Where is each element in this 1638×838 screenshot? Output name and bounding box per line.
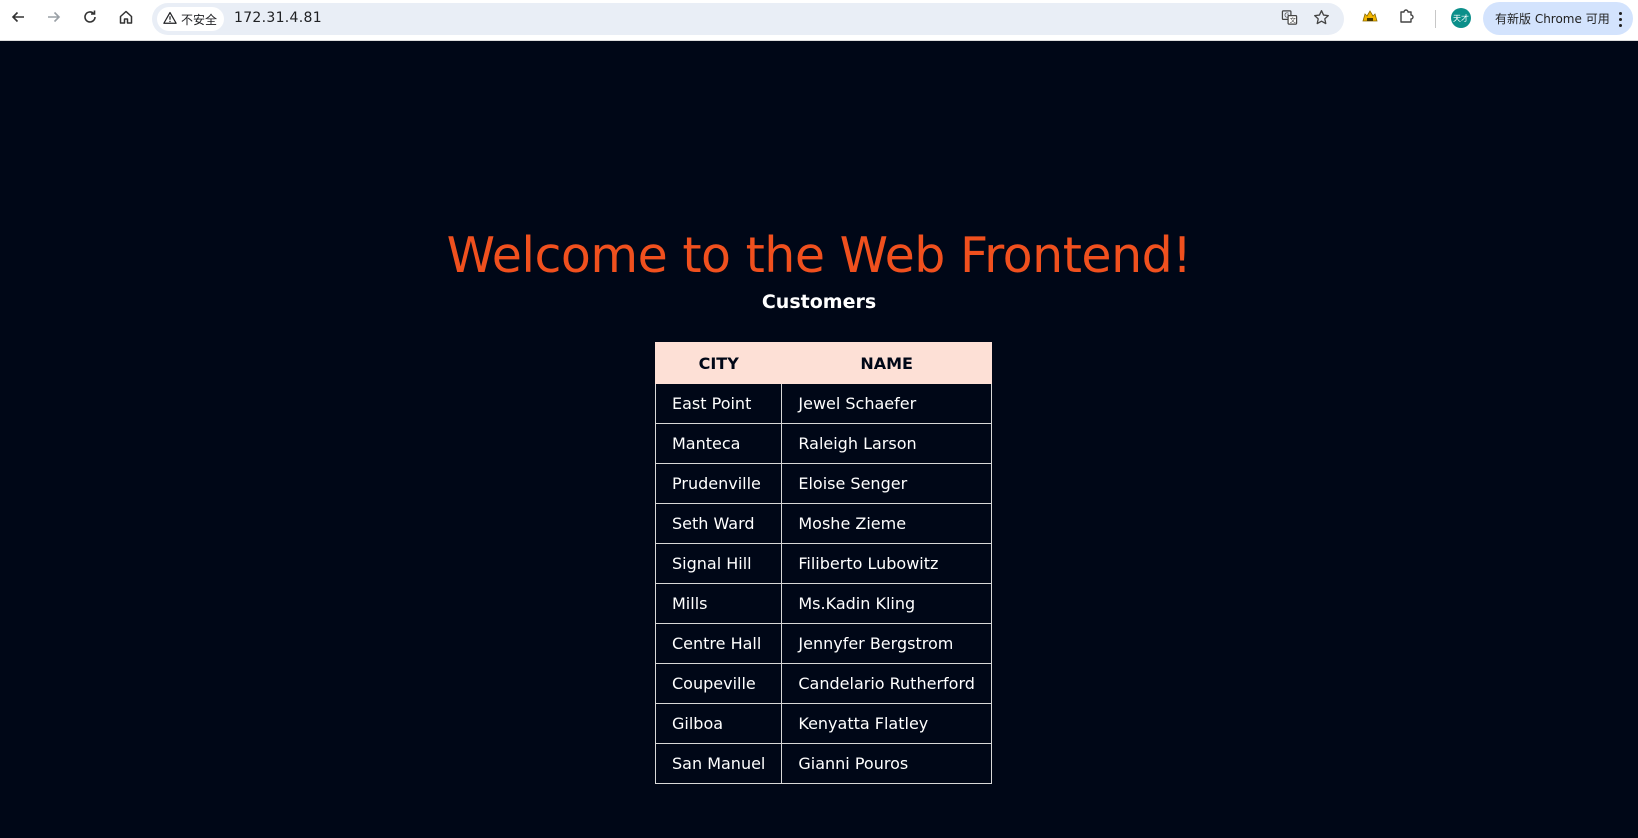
- customers-table: CITY NAME East Point Jewel Schaefer Mant…: [654, 342, 992, 784]
- name-cell: Kenyatta Flatley: [781, 703, 992, 744]
- address-bar[interactable]: 不安全 172.31.4.81 G文: [152, 3, 1344, 35]
- home-icon: [118, 9, 134, 29]
- forward-button[interactable]: [40, 5, 68, 33]
- table-row: Coupeville Candelario Rutherford: [654, 663, 992, 704]
- city-cell: East Point: [654, 383, 783, 424]
- update-label: 有新版 Chrome 可用: [1495, 12, 1610, 26]
- reload-button[interactable]: [76, 5, 104, 33]
- chrome-update-button[interactable]: 有新版 Chrome 可用: [1483, 2, 1633, 35]
- reload-icon: [82, 9, 98, 29]
- security-label: 不安全: [181, 12, 218, 27]
- table-row: East Point Jewel Schaefer: [654, 383, 992, 424]
- table-row: Seth Ward Moshe Zieme: [654, 503, 992, 544]
- translate-button[interactable]: G文: [1279, 9, 1299, 29]
- page-title: Welcome to the Web Frontend!: [446, 227, 1192, 284]
- bookmark-button[interactable]: [1311, 9, 1331, 29]
- table-header-row: CITY NAME: [654, 342, 992, 384]
- name-cell: Candelario Rutherford: [781, 663, 992, 704]
- city-cell: Mills: [654, 583, 783, 624]
- profile-initials: 天才: [1453, 13, 1469, 23]
- name-cell: Ms.Kadin Kling: [781, 583, 992, 624]
- table-row: Manteca Raleigh Larson: [654, 423, 992, 464]
- city-cell: Seth Ward: [654, 503, 783, 544]
- table-row: San Manuel Gianni Pouros: [654, 743, 992, 784]
- city-cell: Signal Hill: [654, 543, 783, 584]
- svg-text:文: 文: [1289, 16, 1295, 24]
- table-row: Signal Hill Filiberto Lubowitz: [654, 543, 992, 584]
- translate-icon: G文: [1281, 9, 1298, 30]
- table-row: Prudenville Eloise Senger: [654, 463, 992, 504]
- table-row: Centre Hall Jennyfer Bergstrom: [654, 623, 992, 664]
- home-button[interactable]: [112, 5, 140, 33]
- extensions-button[interactable]: [1396, 7, 1418, 29]
- cat-extension-icon: [1361, 7, 1379, 29]
- url-text[interactable]: 172.31.4.81: [234, 10, 322, 26]
- arrow-left-icon: [10, 9, 26, 29]
- column-header-name: NAME: [781, 342, 992, 384]
- warning-triangle-icon: [163, 11, 177, 28]
- profile-avatar[interactable]: 天才: [1451, 8, 1471, 28]
- name-cell: Raleigh Larson: [781, 423, 992, 464]
- page-content: Welcome to the Web Frontend! Customers C…: [0, 41, 1638, 838]
- arrow-right-icon: [46, 9, 62, 29]
- name-cell: Jennyfer Bergstrom: [781, 623, 992, 664]
- name-cell: Moshe Zieme: [781, 503, 992, 544]
- name-cell: Jewel Schaefer: [781, 383, 992, 424]
- city-cell: Centre Hall: [654, 623, 783, 664]
- security-indicator[interactable]: 不安全: [157, 7, 225, 31]
- table-row: Gilboa Kenyatta Flatley: [654, 703, 992, 744]
- name-cell: Eloise Senger: [781, 463, 992, 504]
- city-cell: San Manuel: [654, 743, 783, 784]
- browser-toolbar: 不安全 172.31.4.81 G文 天才 有新版 Chrome 可用: [0, 0, 1638, 41]
- city-cell: Manteca: [654, 423, 783, 464]
- back-button[interactable]: [4, 5, 32, 33]
- table-row: Mills Ms.Kadin Kling: [654, 583, 992, 624]
- extension-app-button[interactable]: [1359, 7, 1381, 29]
- section-title: Customers: [761, 291, 877, 313]
- name-cell: Gianni Pouros: [781, 743, 992, 784]
- city-cell: Prudenville: [654, 463, 783, 504]
- puzzle-icon: [1398, 7, 1416, 29]
- kebab-menu-icon[interactable]: [1615, 10, 1625, 28]
- column-header-city: CITY: [654, 342, 783, 384]
- toolbar-divider: [1435, 10, 1436, 28]
- name-cell: Filiberto Lubowitz: [781, 543, 992, 584]
- city-cell: Gilboa: [654, 703, 783, 744]
- city-cell: Coupeville: [654, 663, 783, 704]
- star-icon: [1313, 9, 1330, 30]
